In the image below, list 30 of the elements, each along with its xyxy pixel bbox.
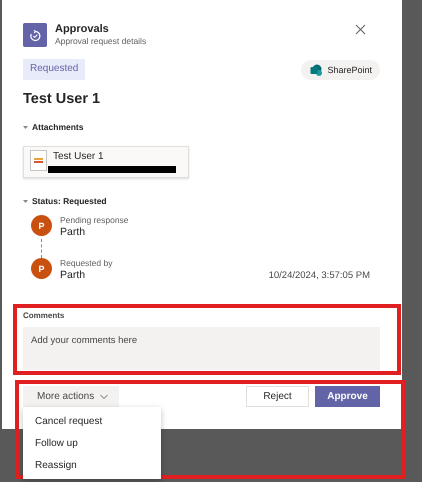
caret-icon[interactable]: [23, 198, 28, 204]
section-heading: Attachments: [32, 121, 84, 133]
request-title: Test User 1: [23, 90, 102, 109]
avatar: P: [31, 258, 52, 279]
check-arrow-icon: [28, 28, 42, 42]
sharepoint-icon: [310, 64, 322, 76]
timestamp: 10/24/2024, 3:57:05 PM: [268, 270, 370, 282]
app-subtitle: Approval request details: [55, 36, 146, 47]
person-name: Parth: [60, 269, 86, 282]
comments-label: Comments: [23, 310, 66, 321]
status-tag: Requested: [23, 59, 86, 80]
avatar: P: [31, 215, 52, 236]
comment-field[interactable]: Add your comments here: [23, 327, 380, 370]
attachment-name: Test User 1: [53, 150, 105, 163]
menu-item[interactable]: Cancel request: [23, 410, 161, 432]
file-icon: [30, 150, 47, 171]
menu-item[interactable]: Reassign: [23, 454, 161, 476]
reject-button[interactable]: Reject: [246, 386, 309, 407]
approve-button[interactable]: Approve: [315, 386, 380, 407]
attachment-card[interactable]: Test User 1: [23, 146, 189, 178]
app-title: Approvals: [55, 23, 110, 36]
close-icon[interactable]: [355, 24, 366, 35]
status-label: Pending response: [60, 215, 129, 226]
menu-item[interactable]: Follow up: [23, 432, 161, 454]
source-label: SharePoint: [327, 64, 372, 74]
person-name: Parth: [60, 226, 86, 239]
caret-icon[interactable]: [23, 124, 28, 130]
status-label: Requested by: [60, 258, 112, 269]
more-actions-button[interactable]: More actions: [23, 386, 119, 407]
section-heading: Status: Requested: [32, 195, 107, 207]
